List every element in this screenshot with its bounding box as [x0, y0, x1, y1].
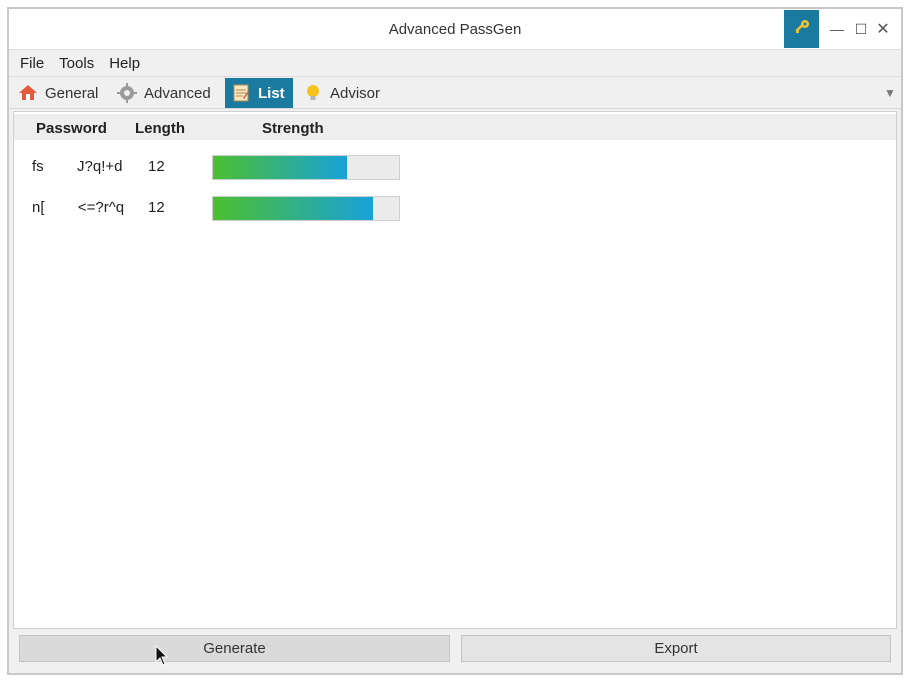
strength-bar — [212, 155, 400, 180]
tab-advisor[interactable]: Advisor — [297, 78, 388, 108]
tab-advisor-label: Advisor — [330, 84, 381, 102]
column-header-strength[interactable]: Strength — [262, 120, 324, 137]
notepad-icon — [231, 83, 251, 103]
tab-advanced[interactable]: Advanced — [111, 78, 219, 108]
export-button[interactable]: Export — [461, 635, 891, 662]
strength-bar-fill — [213, 197, 373, 220]
maximize-button[interactable]: ☐ — [851, 19, 871, 39]
generate-button[interactable]: Generate — [19, 635, 450, 662]
tab-list-label: List — [258, 84, 285, 102]
column-header-length[interactable]: Length — [135, 120, 185, 137]
tab-general[interactable]: General — [12, 78, 106, 108]
app-window: Advanced PassGen — ☐ ✕ File Tools Help G… — [7, 7, 903, 675]
menu-tools[interactable]: Tools — [59, 55, 94, 72]
grid-header: Password Length Strength — [14, 114, 896, 140]
password-list: Password Length Strength fs J?q!+d 12 n[… — [13, 111, 897, 629]
menu-bar: File Tools Help — [9, 49, 901, 77]
key-button[interactable] — [784, 10, 819, 48]
tab-list[interactable]: List — [225, 78, 293, 108]
menu-help[interactable]: Help — [109, 55, 140, 72]
strength-bar — [212, 196, 400, 221]
tab-bar: General Advanced List Advisor ▼ — [9, 78, 901, 109]
tab-overflow-button[interactable]: ▼ — [883, 86, 897, 100]
table-row[interactable]: fs J?q!+d 12 — [14, 152, 896, 182]
password-cell: n[ <=?r^q — [32, 199, 125, 216]
key-icon — [793, 18, 811, 41]
length-cell: 12 — [148, 158, 165, 175]
window-title: Advanced PassGen — [388, 21, 522, 38]
table-row[interactable]: n[ <=?r^q 12 — [14, 193, 896, 223]
strength-bar-fill — [213, 156, 347, 179]
mouse-cursor-icon — [155, 644, 169, 667]
tab-advanced-label: Advanced — [144, 84, 211, 102]
tab-general-label: General — [45, 84, 99, 102]
home-icon — [18, 83, 38, 103]
gear-icon — [117, 83, 137, 103]
lightbulb-icon — [303, 83, 323, 103]
title-bar: Advanced PassGen — ☐ ✕ — [9, 9, 901, 49]
minimize-button[interactable]: — — [827, 19, 847, 39]
column-header-password[interactable]: Password — [36, 120, 107, 137]
menu-file[interactable]: File — [20, 55, 44, 72]
close-button[interactable]: ✕ — [873, 19, 893, 39]
password-cell: fs J?q!+d — [32, 158, 123, 175]
length-cell: 12 — [148, 199, 165, 216]
